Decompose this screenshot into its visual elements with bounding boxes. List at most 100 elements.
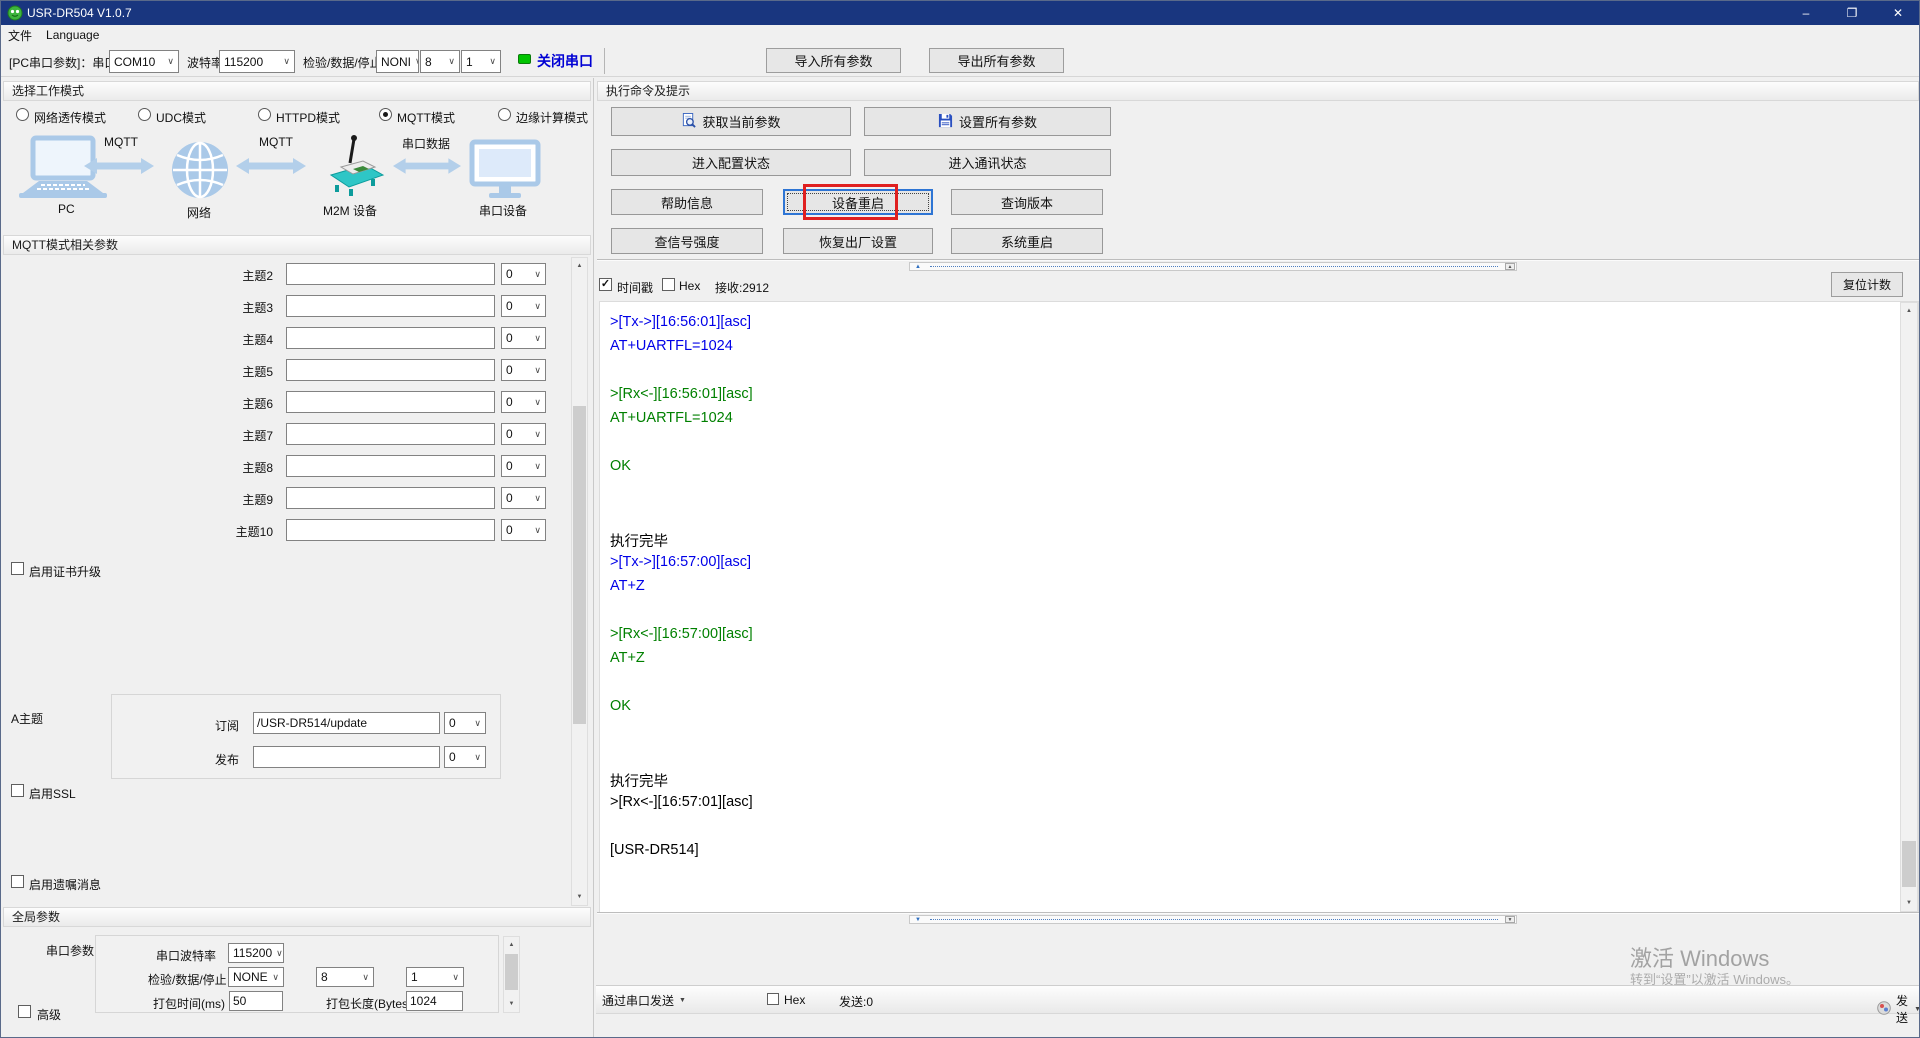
signal-strength-button[interactable]: 查信号强度: [611, 228, 763, 254]
radio-edge-mode[interactable]: [498, 108, 511, 121]
scroll-up-icon[interactable]: ▲: [504, 937, 519, 953]
chevron-down-icon: ∨: [485, 56, 500, 67]
set-all-params-button[interactable]: 设置所有参数: [864, 107, 1111, 136]
topic-qos-combo[interactable]: 0∨: [501, 519, 546, 541]
qos-value: 0: [449, 716, 456, 730]
subscribe-topic-input[interactable]: [253, 712, 440, 734]
scroll-up-icon[interactable]: ▲: [1901, 303, 1917, 319]
topic-qos-combo[interactable]: 0∨: [501, 391, 546, 413]
radio-udc-label[interactable]: UDC模式: [156, 109, 206, 126]
topic-qos-combo[interactable]: 0∨: [501, 423, 546, 445]
baud-combo[interactable]: 115200∨: [219, 50, 295, 73]
send-hex-checkbox[interactable]: [767, 993, 779, 1005]
radio-mqtt-mode[interactable]: [379, 108, 392, 121]
radio-transparent-mode[interactable]: [16, 108, 29, 121]
system-restart-button[interactable]: 系统重启: [951, 228, 1103, 254]
close-port-button[interactable]: 关闭串口: [537, 51, 593, 71]
cert-upgrade-label: 启用证书升级: [29, 563, 101, 580]
enter-comm-button[interactable]: 进入通讯状态: [864, 149, 1111, 176]
global-panel-scrollbar[interactable]: ▲ ▼: [503, 936, 520, 1013]
publish-qos-combo[interactable]: 0∨: [444, 746, 486, 768]
topic-input[interactable]: [286, 295, 495, 317]
scroll-down-icon[interactable]: ▼: [572, 889, 587, 905]
work-mode-header: 选择工作模式: [3, 81, 591, 101]
close-button[interactable]: ✕: [1875, 1, 1920, 25]
packlen-input[interactable]: [406, 991, 463, 1011]
topic-input[interactable]: [286, 391, 495, 413]
device-restart-button[interactable]: 设备重启: [783, 189, 933, 215]
maximize-button[interactable]: ❐: [1829, 1, 1875, 25]
scroll-up-icon[interactable]: ▲: [572, 258, 587, 274]
log-output[interactable]: >[Tx->][16:56:01][asc] AT+UARTFL=1024 >[…: [599, 301, 1919, 913]
send-button[interactable]: 发送 ▼: [1877, 992, 1920, 1026]
log-hex-checkbox[interactable]: [662, 278, 675, 291]
arrow-icon: [393, 157, 461, 180]
databits-combo[interactable]: 8∨: [420, 50, 460, 73]
subscribe-qos-combo[interactable]: 0∨: [444, 712, 486, 734]
com-port-combo[interactable]: COM10∨: [109, 50, 179, 73]
topic-input[interactable]: [286, 327, 495, 349]
topic-input[interactable]: [286, 423, 495, 445]
factory-reset-button[interactable]: 恢复出厂设置: [783, 228, 933, 254]
topic-input[interactable]: [286, 519, 495, 541]
log-bottom-splitter[interactable]: ▼ ▼: [909, 915, 1517, 924]
topic-input[interactable]: [286, 487, 495, 509]
splitter-end-icon[interactable]: ▲: [1505, 263, 1515, 270]
get-params-button[interactable]: 获取当前参数: [611, 107, 851, 136]
topic-qos-combo[interactable]: 0∨: [501, 455, 546, 477]
scrollbar-thumb[interactable]: [1902, 841, 1916, 887]
log-line: [610, 434, 1918, 458]
topic-qos-combo[interactable]: 0∨: [501, 295, 546, 317]
g-baud-combo[interactable]: 115200∨: [228, 943, 284, 963]
radio-httpd-label[interactable]: HTTPD模式: [276, 109, 340, 126]
will-message-checkbox[interactable]: [11, 875, 24, 888]
baud-value: 115200: [224, 55, 263, 69]
log-top-splitter[interactable]: ▲ ▲: [909, 262, 1517, 271]
topic-qos-combo[interactable]: 0∨: [501, 359, 546, 381]
minimize-button[interactable]: –: [1783, 1, 1829, 25]
radio-mqtt-label[interactable]: MQTT模式: [397, 109, 455, 126]
reset-counter-button[interactable]: 复位计数: [1831, 272, 1903, 297]
radio-edge-label[interactable]: 边缘计算模式: [516, 109, 588, 126]
g-parity-combo[interactable]: NONE∨: [228, 967, 284, 987]
import-params-button[interactable]: 导入所有参数: [766, 48, 901, 73]
mqtt-panel-scrollbar[interactable]: ▲ ▼: [571, 257, 588, 906]
export-params-button[interactable]: 导出所有参数: [929, 48, 1064, 73]
g-databits-combo[interactable]: 8∨: [316, 967, 374, 987]
topic-qos-combo[interactable]: 0∨: [501, 487, 546, 509]
radio-httpd-mode[interactable]: [258, 108, 271, 121]
parity-combo[interactable]: NONI∨: [376, 50, 419, 73]
parity-label: 检验/数据/停止: [303, 54, 382, 71]
timestamp-checkbox[interactable]: [599, 278, 612, 291]
g-stopbits-combo[interactable]: 1∨: [406, 967, 464, 987]
stopbits-combo[interactable]: 1∨: [461, 50, 501, 73]
splitter-end-icon[interactable]: ▼: [1505, 916, 1515, 923]
scrollbar-thumb[interactable]: [505, 954, 518, 990]
scrollbar-thumb[interactable]: [573, 406, 586, 724]
packtime-input[interactable]: [229, 991, 283, 1011]
advanced-checkbox[interactable]: [18, 1005, 31, 1018]
help-info-button[interactable]: 帮助信息: [611, 189, 763, 215]
topic-input[interactable]: [286, 455, 495, 477]
cert-upgrade-checkbox[interactable]: [11, 562, 24, 575]
panel-divider[interactable]: [593, 78, 594, 1038]
log-scrollbar[interactable]: ▲ ▼: [1900, 302, 1918, 912]
enter-config-button[interactable]: 进入配置状态: [611, 149, 851, 176]
topic-qos-combo[interactable]: 0∨: [501, 327, 546, 349]
menu-language[interactable]: Language: [39, 28, 106, 42]
topic-input[interactable]: [286, 263, 495, 285]
ssl-checkbox[interactable]: [11, 784, 24, 797]
topic-input[interactable]: [286, 359, 495, 381]
radio-udc-mode[interactable]: [138, 108, 151, 121]
radio-transparent-label[interactable]: 网络透传模式: [34, 109, 106, 126]
scroll-down-icon[interactable]: ▼: [504, 996, 519, 1012]
minimize-icon: –: [1803, 6, 1810, 20]
menu-file[interactable]: 文件: [1, 27, 39, 44]
send-via-serial-dropdown[interactable]: 通过串口发送 ▼: [602, 992, 686, 1009]
scroll-down-icon[interactable]: ▼: [1901, 895, 1917, 911]
serial-device-icon: [469, 139, 541, 206]
chevron-down-icon: ∨: [530, 461, 545, 472]
publish-topic-input[interactable]: [253, 746, 440, 768]
topic-qos-combo[interactable]: 0∨: [501, 263, 546, 285]
query-version-button[interactable]: 查询版本: [951, 189, 1103, 215]
